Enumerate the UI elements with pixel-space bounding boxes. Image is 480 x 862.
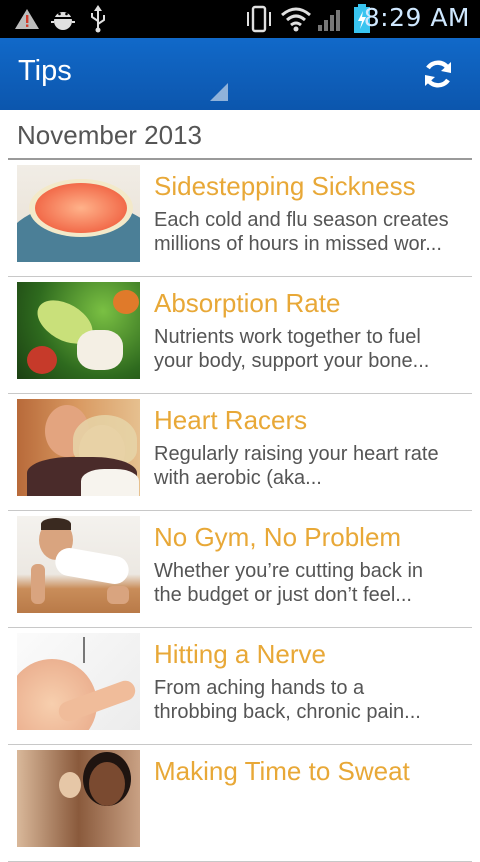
tips-list: Sidestepping Sickness Each cold and flu … [0,160,480,862]
refresh-icon[interactable] [420,56,456,92]
status-bar: 8:29 AM [0,0,480,38]
signal-icon [318,10,340,31]
tip-description-line: Nutrients work together to fuel [154,326,421,348]
tip-description-line: throbbing back, chronic pain... [154,701,421,723]
pushup-image [17,516,140,613]
tip-title: Absorption Rate [154,288,341,318]
tip-description-line: Whether you’re cutting back in [154,560,424,582]
section-header: November 2013 [17,120,202,150]
tip-description: Whether you’re cutting back in the budge… [154,559,470,607]
tip-description-line: your body, support your bone... [154,350,430,372]
tip-description-line: millions of hours in missed wor... [154,233,442,255]
tip-description-line: with aerobic (aka... [154,467,322,489]
usb-icon [91,5,105,33]
tip-description: Each cold and flu season creates million… [154,208,470,256]
list-item[interactable]: Making Time to Sweat [8,745,472,862]
tip-title: Sidestepping Sickness [154,171,416,201]
dropdown-caret-icon[interactable] [210,83,228,101]
grapefruit-image [17,165,140,262]
tip-title: Hitting a Nerve [154,639,326,669]
tip-description-line: Regularly raising your heart rate [154,443,439,465]
tip-description: Nutrients work together to fuel your bod… [154,325,470,373]
tip-description-line: Each cold and flu season creates [154,209,449,231]
android-debug-icon [51,12,75,30]
list-item[interactable]: No Gym, No Problem Whether you’re cuttin… [8,511,472,628]
tip-title: No Gym, No Problem [154,522,402,552]
tip-description: Regularly raising your heart rate with a… [154,442,470,490]
woman-image [17,750,140,847]
tip-description: From aching hands to a throbbing back, c… [154,676,470,724]
list-item[interactable]: Sidestepping Sickness Each cold and flu … [8,160,472,277]
warning-icon [15,9,39,29]
vibrate-icon [247,5,271,33]
tip-description-line: the budget or just don’t feel... [154,584,412,606]
salad-image [17,282,140,379]
list-item[interactable]: Heart Racers Regularly raising your hear… [8,394,472,511]
tip-description-line: From aching hands to a [154,677,365,699]
list-item[interactable]: Absorption Rate Nutrients work together … [8,277,472,394]
list-item[interactable]: Hitting a Nerve From aching hands to a t… [8,628,472,745]
status-time: 8:29 AM [363,3,470,32]
tip-title: Making Time to Sweat [154,756,410,786]
tip-title: Heart Racers [154,405,308,435]
hand-image [17,633,140,730]
action-bar: Tips [0,38,480,110]
wifi-icon [281,7,311,32]
couple-image [17,399,140,496]
page-title[interactable]: Tips [18,55,72,88]
